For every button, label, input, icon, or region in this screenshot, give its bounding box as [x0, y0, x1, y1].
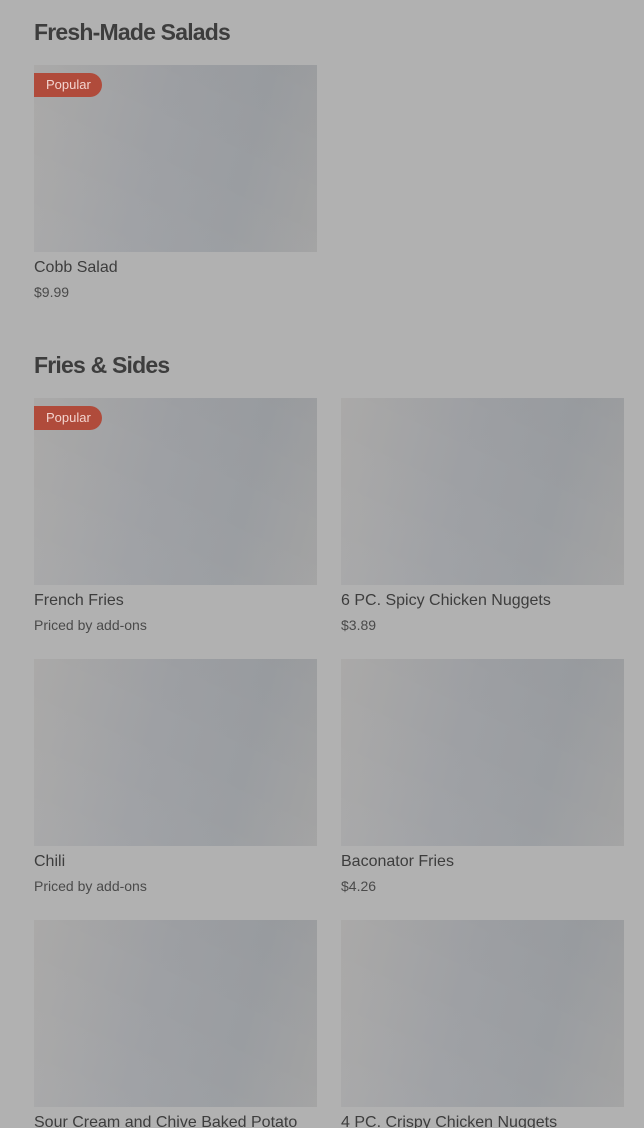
menu-item-price: $3.89 [341, 617, 377, 633]
menu-item-price: Priced by add-ons [34, 617, 147, 633]
menu-page: Fresh-Made Salads Popular Cobb Salad $9.… [0, 0, 644, 1128]
menu-item-name: Cobb Salad [34, 259, 118, 276]
section-title: Fries & Sides [34, 352, 170, 378]
section-title: Fresh-Made Salads [34, 19, 231, 45]
menu-item-image [34, 659, 317, 846]
menu-item-price: $9.99 [34, 284, 70, 300]
fries-sides-item-grid: Popular French Fries Priced by add-ons 6… [34, 398, 644, 1128]
fries-and-sides-section: Fries & Sides Popular French Fries Price… [34, 350, 644, 1128]
menu-item-card-chili[interactable]: Chili Priced by add-ons [34, 659, 317, 895]
menu-item-name: Sour Cream and Chive Baked Potato [34, 1114, 298, 1128]
menu-item-card-spicy-chicken-nuggets[interactable]: 6 PC. Spicy Chicken Nuggets $3.89 [341, 398, 624, 634]
menu-item-name: 6 PC. Spicy Chicken Nuggets [341, 592, 551, 609]
menu-item-card-baconator-fries[interactable]: Baconator Fries $4.26 [341, 659, 624, 895]
menu-item-card-cobb-salad[interactable]: Popular Cobb Salad $9.99 [34, 65, 317, 301]
menu-item-name: Baconator Fries [341, 853, 454, 870]
menu-item-name: 4 PC. Crispy Chicken Nuggets [341, 1114, 558, 1128]
menu-item-image [341, 659, 624, 846]
popular-badge: Popular [34, 406, 102, 430]
menu-item-card-baked-potato[interactable]: Sour Cream and Chive Baked Potato [34, 920, 317, 1128]
menu-item-image [341, 920, 624, 1107]
popular-badge: Popular [34, 73, 102, 97]
menu-item-card-french-fries[interactable]: Popular French Fries Priced by add-ons [34, 398, 317, 634]
menu-item-card-crispy-chicken-nuggets[interactable]: 4 PC. Crispy Chicken Nuggets [341, 920, 624, 1128]
menu-item-price: $4.26 [341, 878, 377, 894]
menu-item-name: French Fries [34, 592, 124, 609]
menu-item-image [34, 920, 317, 1107]
menu-item-name: Chili [34, 853, 66, 870]
fresh-made-salads-section: Fresh-Made Salads Popular Cobb Salad $9.… [34, 17, 644, 317]
menu-item-image [341, 398, 624, 585]
salads-item-grid: Popular Cobb Salad $9.99 [34, 65, 644, 315]
menu-item-price: Priced by add-ons [34, 878, 147, 894]
